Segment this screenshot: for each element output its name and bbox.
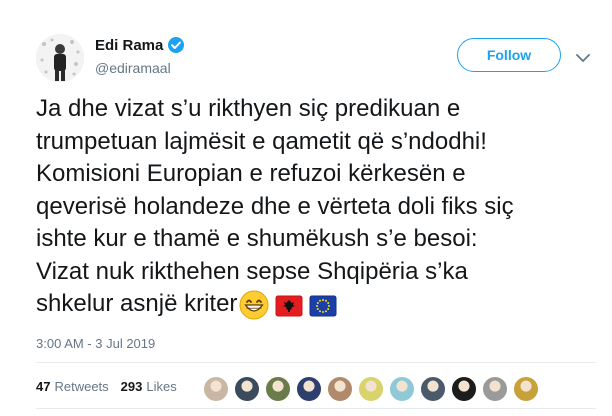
user-handle[interactable]: @ediramaal <box>95 60 171 76</box>
liker-avatar[interactable] <box>265 376 291 402</box>
divider <box>36 408 596 409</box>
tweet-line: ishte kur e thamë e shumëkush s’e besoi: <box>36 225 478 252</box>
liker-avatar[interactable] <box>451 376 477 402</box>
tweet-line: qeverisë holandeze dhe e vërteta doli fi… <box>36 192 514 220</box>
liker-avatar[interactable] <box>358 376 384 402</box>
tweet-stats: 47 Retweets 293 Likes <box>36 379 189 394</box>
display-name[interactable]: Edi Rama <box>95 37 163 54</box>
tweet-timestamp[interactable]: 3:00 AM - 3 Jul 2019 <box>36 336 155 351</box>
tweet-line: shkelur asnjë kriter <box>36 290 238 317</box>
liker-avatar[interactable] <box>203 376 229 402</box>
tweet-line: Vizat nuk rikthehen sepse Shqipëria s’ka <box>36 257 468 285</box>
liker-avatar[interactable] <box>420 376 446 402</box>
liker-avatar[interactable] <box>513 376 539 402</box>
liker-avatar[interactable] <box>482 376 508 402</box>
liker-avatars <box>203 376 544 402</box>
likes-stat[interactable]: 293 Likes <box>121 379 177 394</box>
tweet-text: Ja dhe vizat s’u rikthyen siç predikuan … <box>36 93 596 321</box>
liker-avatar[interactable] <box>389 376 415 402</box>
follow-button[interactable]: Follow <box>457 38 561 72</box>
name-row: Edi Rama <box>95 36 185 54</box>
liker-avatar[interactable] <box>296 376 322 402</box>
avatar[interactable] <box>36 34 84 82</box>
emoji-row <box>239 290 337 320</box>
like-count: 293 <box>120 379 143 394</box>
tweet-line: Komisioni Europian e refuzoi kërkesën e <box>36 160 466 187</box>
retweets-stat[interactable]: 47 Retweets <box>36 379 109 394</box>
grinning-face-icon <box>239 290 269 320</box>
liker-avatar[interactable] <box>234 376 260 402</box>
liker-avatar[interactable] <box>327 376 353 402</box>
tweet-card: Edi Rama @ediramaal Follow Ja dhe vizat … <box>0 0 612 416</box>
tweet-line: Ja dhe vizat s’u rikthyen siç predikuan … <box>36 95 461 122</box>
verified-badge-icon <box>167 36 185 54</box>
likes-label: Likes <box>146 379 177 394</box>
eu-flag-icon <box>309 294 337 317</box>
tweet-last-line: shkelur asnjë kriter <box>36 288 596 321</box>
albania-flag-icon <box>275 294 303 317</box>
divider <box>36 362 596 363</box>
retweets-label: Retweets <box>54 379 109 394</box>
tweet-line: trumpetuan lajmësit e qametit që s’ndodh… <box>36 127 487 155</box>
retweet-count: 47 <box>36 379 51 394</box>
chevron-down-icon[interactable] <box>576 50 590 63</box>
